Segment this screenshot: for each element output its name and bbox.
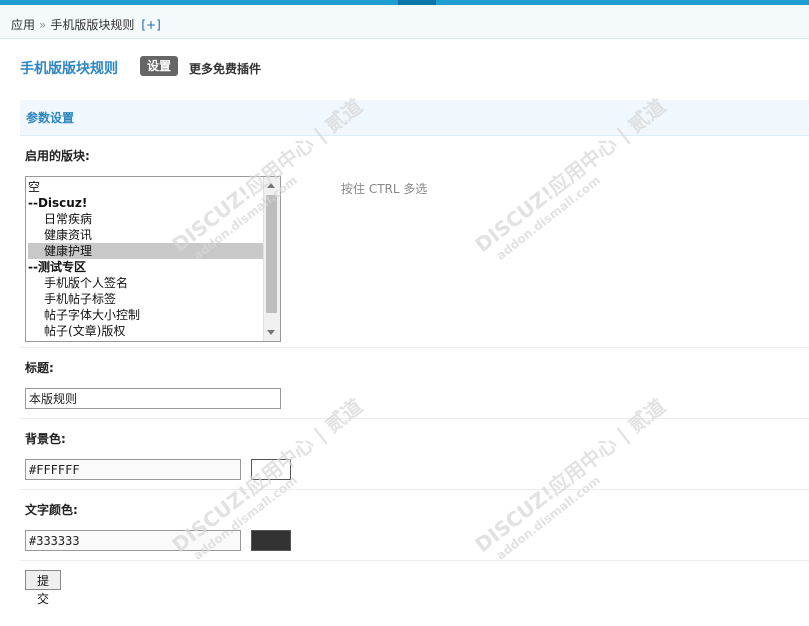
textcolor-input[interactable] bbox=[25, 530, 241, 551]
section-header: 参数设置 bbox=[20, 100, 809, 136]
breadcrumb: 应用 » 手机版版块规则 [+] bbox=[0, 5, 809, 39]
row-divider bbox=[20, 347, 809, 348]
submit-button[interactable]: 提交 bbox=[25, 570, 61, 606]
option-group[interactable]: --Discuz! bbox=[28, 195, 263, 211]
forum-option[interactable]: 帖子(文章)版权 bbox=[28, 323, 263, 339]
forums-scrollbar[interactable] bbox=[263, 177, 280, 341]
forum-option[interactable]: 日常疾病 bbox=[28, 211, 263, 227]
bgcolor-label: 背景色: bbox=[25, 432, 66, 446]
forum-option[interactable]: 健康护理 bbox=[28, 243, 263, 259]
add-shortcut-link[interactable]: [+] bbox=[141, 18, 160, 32]
row-divider bbox=[20, 560, 809, 561]
forum-option[interactable]: 手机版个人签名 bbox=[28, 275, 263, 291]
row-divider bbox=[20, 489, 809, 490]
forum-option[interactable]: 手机帖子标签 bbox=[28, 291, 263, 307]
title-label: 标题: bbox=[25, 361, 54, 375]
title-input[interactable] bbox=[25, 388, 281, 409]
scroll-thumb[interactable] bbox=[266, 195, 277, 313]
forums-multiselect[interactable]: 空 --Discuz! 日常疾病 健康资讯 健康护理 --测试专区 手机版个人签名 手机帖子标… bbox=[25, 176, 281, 342]
textcolor-swatch[interactable] bbox=[251, 530, 291, 551]
bgcolor-swatch[interactable] bbox=[251, 459, 291, 480]
forums-label: 启用的版块: bbox=[25, 149, 90, 163]
forum-option[interactable]: 帖子字体大小控制 bbox=[28, 307, 263, 323]
plugin-title: 手机版版块规则 bbox=[20, 61, 118, 77]
option-group[interactable]: --测试专区 bbox=[28, 259, 263, 275]
more-plugins-link[interactable]: 更多免费插件 bbox=[189, 60, 261, 77]
breadcrumb-current: 手机版版块规则 bbox=[50, 18, 135, 32]
breadcrumb-separator: » bbox=[39, 18, 47, 32]
forum-option[interactable]: 健康资讯 bbox=[28, 227, 263, 243]
row-divider bbox=[20, 418, 809, 419]
forum-option[interactable]: 空 bbox=[28, 179, 263, 195]
scroll-down-icon[interactable] bbox=[267, 330, 275, 335]
multiselect-tip: 按住 CTRL 多选 bbox=[341, 182, 428, 196]
breadcrumb-root-link[interactable]: 应用 bbox=[11, 18, 35, 32]
scroll-up-icon[interactable] bbox=[267, 183, 275, 188]
textcolor-label: 文字颜色: bbox=[25, 503, 78, 517]
bgcolor-input[interactable] bbox=[25, 459, 241, 480]
tab-settings[interactable]: 设置 bbox=[140, 56, 178, 76]
